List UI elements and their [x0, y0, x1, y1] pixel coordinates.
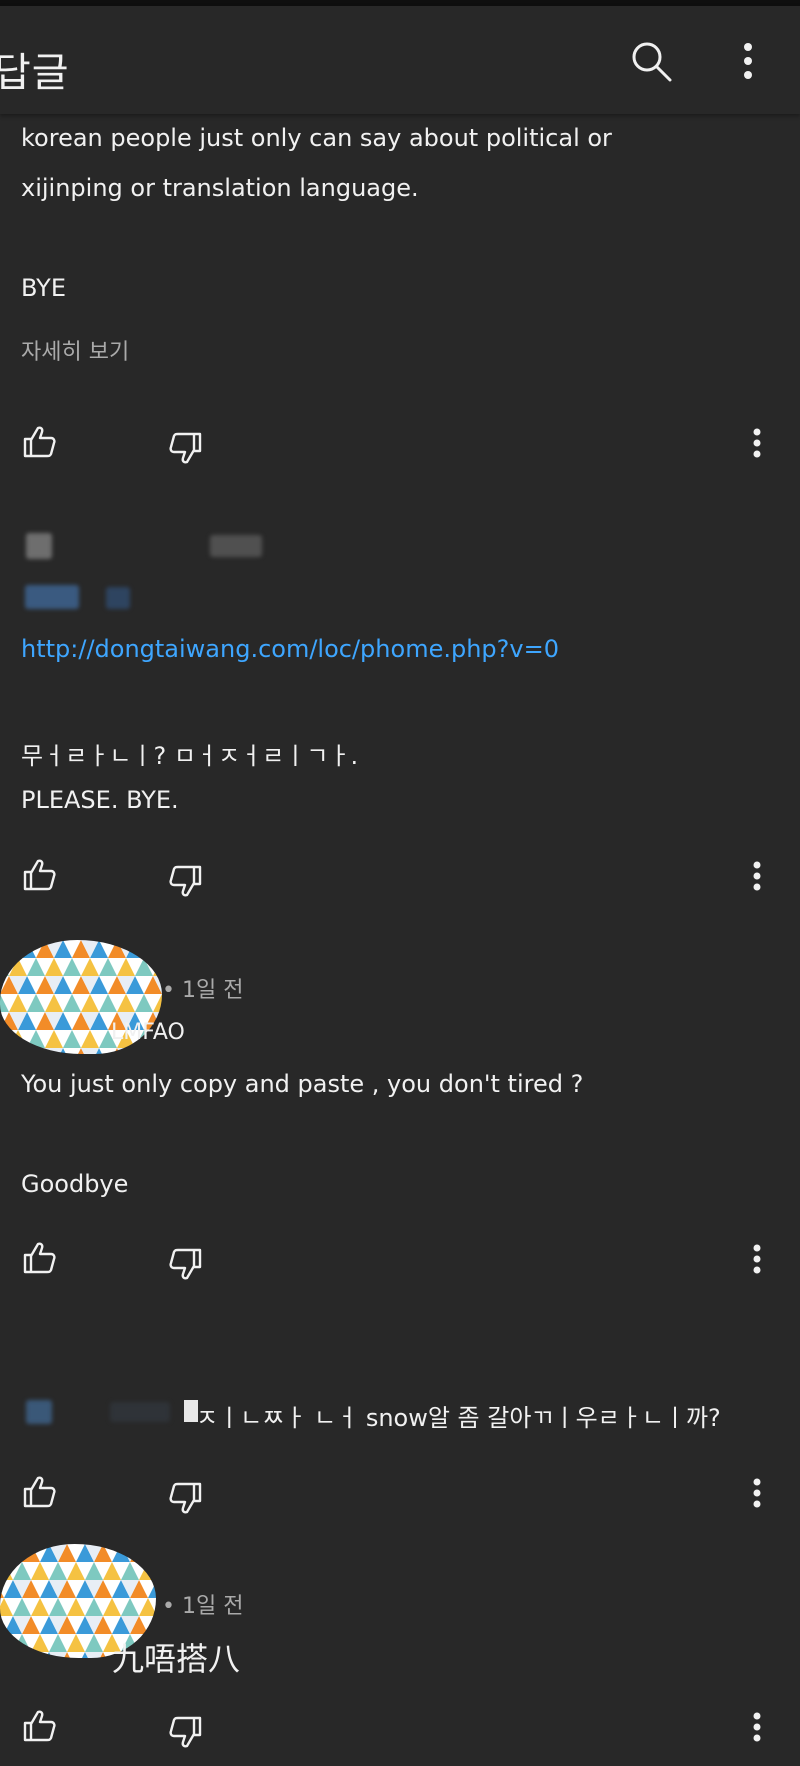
app-header: 답글 [0, 6, 800, 114]
comment-more-button[interactable] [740, 1708, 774, 1748]
redacted-mention [25, 585, 79, 609]
comment-more-button[interactable] [740, 424, 774, 464]
thumb-up-icon [23, 1242, 56, 1274]
more-options-button[interactable] [730, 38, 766, 84]
comment-text-line: ㅈㅣㄴㅉㅏ ㄴㅓ snow알 좀 갈아ㄲㅣ우ㄹㅏㄴㅣ까? [196, 1404, 721, 1432]
comment-more-button[interactable] [740, 1474, 774, 1514]
thumb-down-icon [169, 432, 202, 464]
thumb-down-icon [169, 865, 202, 897]
thumb-down-icon [169, 1482, 202, 1514]
thumb-up-icon [23, 859, 56, 891]
comment-timestamp: • 1일 전 [162, 978, 244, 1003]
read-more-link[interactable]: 자세히 보기 [21, 334, 129, 366]
more-vert-icon [753, 1244, 761, 1274]
redacted-mention [106, 587, 130, 609]
more-vert-icon [753, 1712, 761, 1742]
redacted-username [110, 1402, 170, 1422]
thumb-up-icon [23, 1710, 56, 1742]
dislike-button[interactable] [165, 1478, 205, 1518]
dislike-button[interactable] [165, 428, 205, 468]
search-button[interactable] [628, 38, 674, 84]
redacted-avatar [26, 533, 52, 559]
comment-text-line: korean people just only can say about po… [21, 124, 612, 152]
thumb-up-icon [23, 1476, 56, 1508]
dislike-button[interactable] [165, 1244, 205, 1284]
comment-text-line: BYE [21, 274, 66, 302]
more-vert-icon [753, 1478, 761, 1508]
comment-link[interactable]: http://dongtaiwang.com/loc/phome.php?v=0 [21, 635, 559, 663]
thumb-up-icon [23, 426, 56, 458]
redacted-username [210, 535, 262, 557]
comment-text-line: 九唔搭八 [112, 1640, 241, 1678]
comment-text-line: Goodbye [21, 1170, 129, 1198]
like-button[interactable] [20, 422, 60, 462]
dislike-button[interactable] [165, 1712, 205, 1752]
redacted-avatar [26, 1400, 52, 1424]
search-icon [632, 42, 672, 82]
comment-text-line: You just only copy and paste , you don't… [21, 1070, 584, 1098]
dislike-button[interactable] [165, 861, 205, 901]
comment-more-button[interactable] [740, 1240, 774, 1280]
like-button[interactable] [20, 1472, 60, 1512]
like-button[interactable] [20, 855, 60, 895]
thumb-down-icon [169, 1248, 202, 1280]
comment-text-line: xijinping or translation language. [21, 174, 419, 202]
comment-text-line: 무ㅓㄹㅏㄴㅣ? ㅁㅓㅈㅓㄹㅣㄱㅏ. [21, 742, 359, 770]
more-vert-icon [753, 428, 761, 458]
like-button[interactable] [20, 1706, 60, 1746]
comment-timestamp: • 1일 전 [162, 1594, 244, 1619]
comment-more-button[interactable] [740, 857, 774, 897]
page-title: 답글 [0, 50, 70, 96]
replies-list: korean people just only can say about po… [0, 0, 800, 1766]
more-vert-icon [744, 43, 752, 79]
comment-author[interactable]: LMFAO [111, 1020, 185, 1045]
like-button[interactable] [20, 1238, 60, 1278]
comment-text-line: PLEASE. BYE. [21, 786, 179, 814]
more-vert-icon [753, 861, 761, 891]
thumb-down-icon [169, 1716, 202, 1748]
